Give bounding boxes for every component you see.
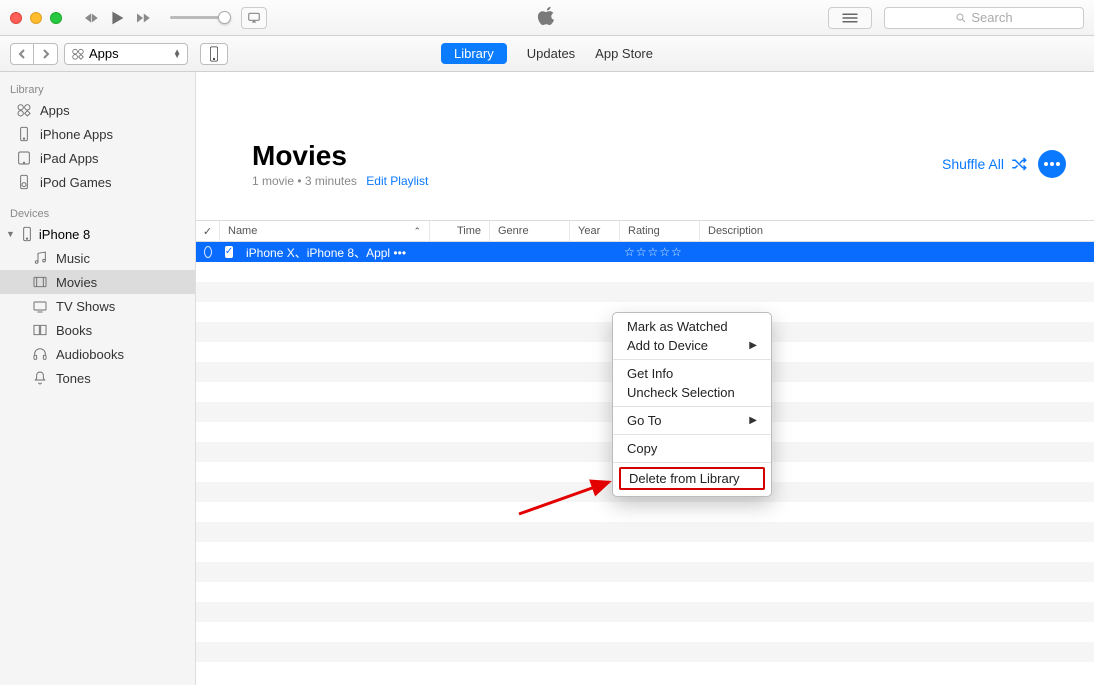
sidebar-item-label: iPhone Apps xyxy=(40,127,113,142)
menu-get-info[interactable]: Get Info xyxy=(613,364,771,383)
sidebar-item-ipod-games[interactable]: iPod Games xyxy=(0,170,195,194)
menu-copy[interactable]: Copy xyxy=(613,439,771,458)
table-header: ✓ Name ⌃ Time Genre Year Rating Descript… xyxy=(196,220,1094,242)
previous-button[interactable] xyxy=(82,9,100,27)
media-type-selector[interactable]: Apps ▲▼ xyxy=(64,43,188,65)
sidebar-item-audiobooks[interactable]: Audiobooks xyxy=(0,342,195,366)
book-icon xyxy=(32,322,48,338)
search-placeholder: Search xyxy=(971,10,1012,25)
more-options-button[interactable] xyxy=(1038,150,1066,178)
row-checkbox[interactable] xyxy=(220,246,238,258)
menu-mark-watched[interactable]: Mark as Watched xyxy=(613,317,771,336)
sidebar-section-devices: Devices xyxy=(0,204,195,222)
device-label: iPhone 8 xyxy=(39,227,90,242)
back-forward-buttons xyxy=(10,43,58,65)
ipad-icon xyxy=(16,150,32,166)
column-name[interactable]: Name ⌃ xyxy=(220,221,430,241)
shuffle-icon xyxy=(1010,155,1028,173)
shuffle-label: Shuffle All xyxy=(942,156,1004,172)
chevron-right-icon: ▶ xyxy=(749,340,757,351)
tv-icon xyxy=(32,298,48,314)
sidebar-item-label: iPod Games xyxy=(40,175,112,190)
disclosure-triangle-icon[interactable]: ▼ xyxy=(6,229,15,239)
page-subtitle: 1 movie • 3 minutes xyxy=(252,174,357,188)
bell-icon xyxy=(32,370,48,386)
device-button[interactable] xyxy=(200,43,228,65)
iphone-icon xyxy=(16,126,32,142)
column-year[interactable]: Year xyxy=(570,221,620,241)
tab-library[interactable]: Library xyxy=(441,43,507,64)
tab-updates[interactable]: Updates xyxy=(527,46,575,61)
sidebar-item-label: Audiobooks xyxy=(56,347,124,362)
headphones-icon xyxy=(32,346,48,362)
shuffle-all-button[interactable]: Shuffle All xyxy=(942,155,1028,173)
titlebar: Search xyxy=(0,0,1094,36)
sidebar-item-label: Books xyxy=(56,323,92,338)
nav-tabs: Library Updates App Store xyxy=(441,43,653,64)
forward-button[interactable] xyxy=(34,43,58,65)
context-menu: Mark as Watched Add to Device▶ Get Info … xyxy=(612,312,772,497)
sidebar-item-tones[interactable]: Tones xyxy=(0,366,195,390)
sidebar-section-library: Library xyxy=(0,80,195,98)
movies-icon xyxy=(32,274,48,290)
sidebar-device-iphone8[interactable]: ▼ iPhone 8 xyxy=(0,222,195,246)
play-button[interactable] xyxy=(106,7,128,29)
sidebar-item-label: Music xyxy=(56,251,90,266)
column-genre[interactable]: Genre xyxy=(490,221,570,241)
iphone-icon xyxy=(19,226,35,242)
content-area: Movies 1 movie • 3 minutes Edit Playlist… xyxy=(196,72,1094,685)
navbar: Apps ▲▼ Library Updates App Store xyxy=(0,36,1094,72)
zoom-window-button[interactable] xyxy=(50,12,62,24)
menu-add-to-device[interactable]: Add to Device▶ xyxy=(613,336,771,355)
sidebar-item-label: Movies xyxy=(56,275,97,290)
sidebar-item-label: Apps xyxy=(40,103,70,118)
row-rating: ☆☆☆☆☆ xyxy=(616,245,696,259)
sidebar-item-tvshows[interactable]: TV Shows xyxy=(0,294,195,318)
sidebar-item-books[interactable]: Books xyxy=(0,318,195,342)
close-window-button[interactable] xyxy=(10,12,22,24)
tab-appstore[interactable]: App Store xyxy=(595,46,653,61)
sidebar-item-music[interactable]: Music xyxy=(0,246,195,270)
chevron-updown-icon: ▲▼ xyxy=(173,50,181,58)
apple-logo-icon xyxy=(537,5,557,30)
sidebar-item-label: TV Shows xyxy=(56,299,115,314)
play-indicator[interactable] xyxy=(196,246,220,258)
column-description[interactable]: Description xyxy=(700,221,1094,241)
page-title: Movies xyxy=(252,140,428,172)
sidebar-item-label: Tones xyxy=(56,371,91,386)
sidebar: Library Apps iPhone Apps iPad Apps iPod … xyxy=(0,72,196,685)
music-icon xyxy=(32,250,48,266)
playback-controls xyxy=(82,7,152,29)
apps-icon xyxy=(16,102,32,118)
back-button[interactable] xyxy=(10,43,34,65)
list-view-button[interactable] xyxy=(828,7,872,29)
airplay-button[interactable] xyxy=(241,7,267,29)
column-check[interactable]: ✓ xyxy=(196,221,220,241)
window-controls xyxy=(10,12,62,24)
sidebar-item-label: iPad Apps xyxy=(40,151,99,166)
ipod-icon xyxy=(16,174,32,190)
chevron-right-icon: ▶ xyxy=(749,415,757,426)
menu-go-to[interactable]: Go To▶ xyxy=(613,411,771,430)
volume-slider[interactable] xyxy=(170,16,225,19)
sidebar-item-iphone-apps[interactable]: iPhone Apps xyxy=(0,122,195,146)
column-rating[interactable]: Rating xyxy=(620,221,700,241)
menu-uncheck-selection[interactable]: Uncheck Selection xyxy=(613,383,771,402)
sidebar-item-apps[interactable]: Apps xyxy=(0,98,195,122)
menu-delete-from-library[interactable]: Delete from Library xyxy=(619,467,765,490)
sort-ascending-icon: ⌃ xyxy=(413,226,421,237)
minimize-window-button[interactable] xyxy=(30,12,42,24)
column-time[interactable]: Time xyxy=(430,221,490,241)
edit-playlist-link[interactable]: Edit Playlist xyxy=(366,174,428,188)
table-row[interactable]: iPhone X、iPhone 8、Appl ••• ☆☆☆☆☆ xyxy=(196,242,1094,262)
sidebar-item-ipad-apps[interactable]: iPad Apps xyxy=(0,146,195,170)
next-button[interactable] xyxy=(134,9,152,27)
row-name: iPhone X、iPhone 8、Appl ••• xyxy=(238,244,426,261)
ellipsis-icon xyxy=(1044,162,1060,166)
search-input[interactable]: Search xyxy=(884,7,1084,29)
apps-icon xyxy=(71,47,85,61)
media-type-label: Apps xyxy=(89,46,119,61)
sidebar-item-movies[interactable]: Movies xyxy=(0,270,195,294)
